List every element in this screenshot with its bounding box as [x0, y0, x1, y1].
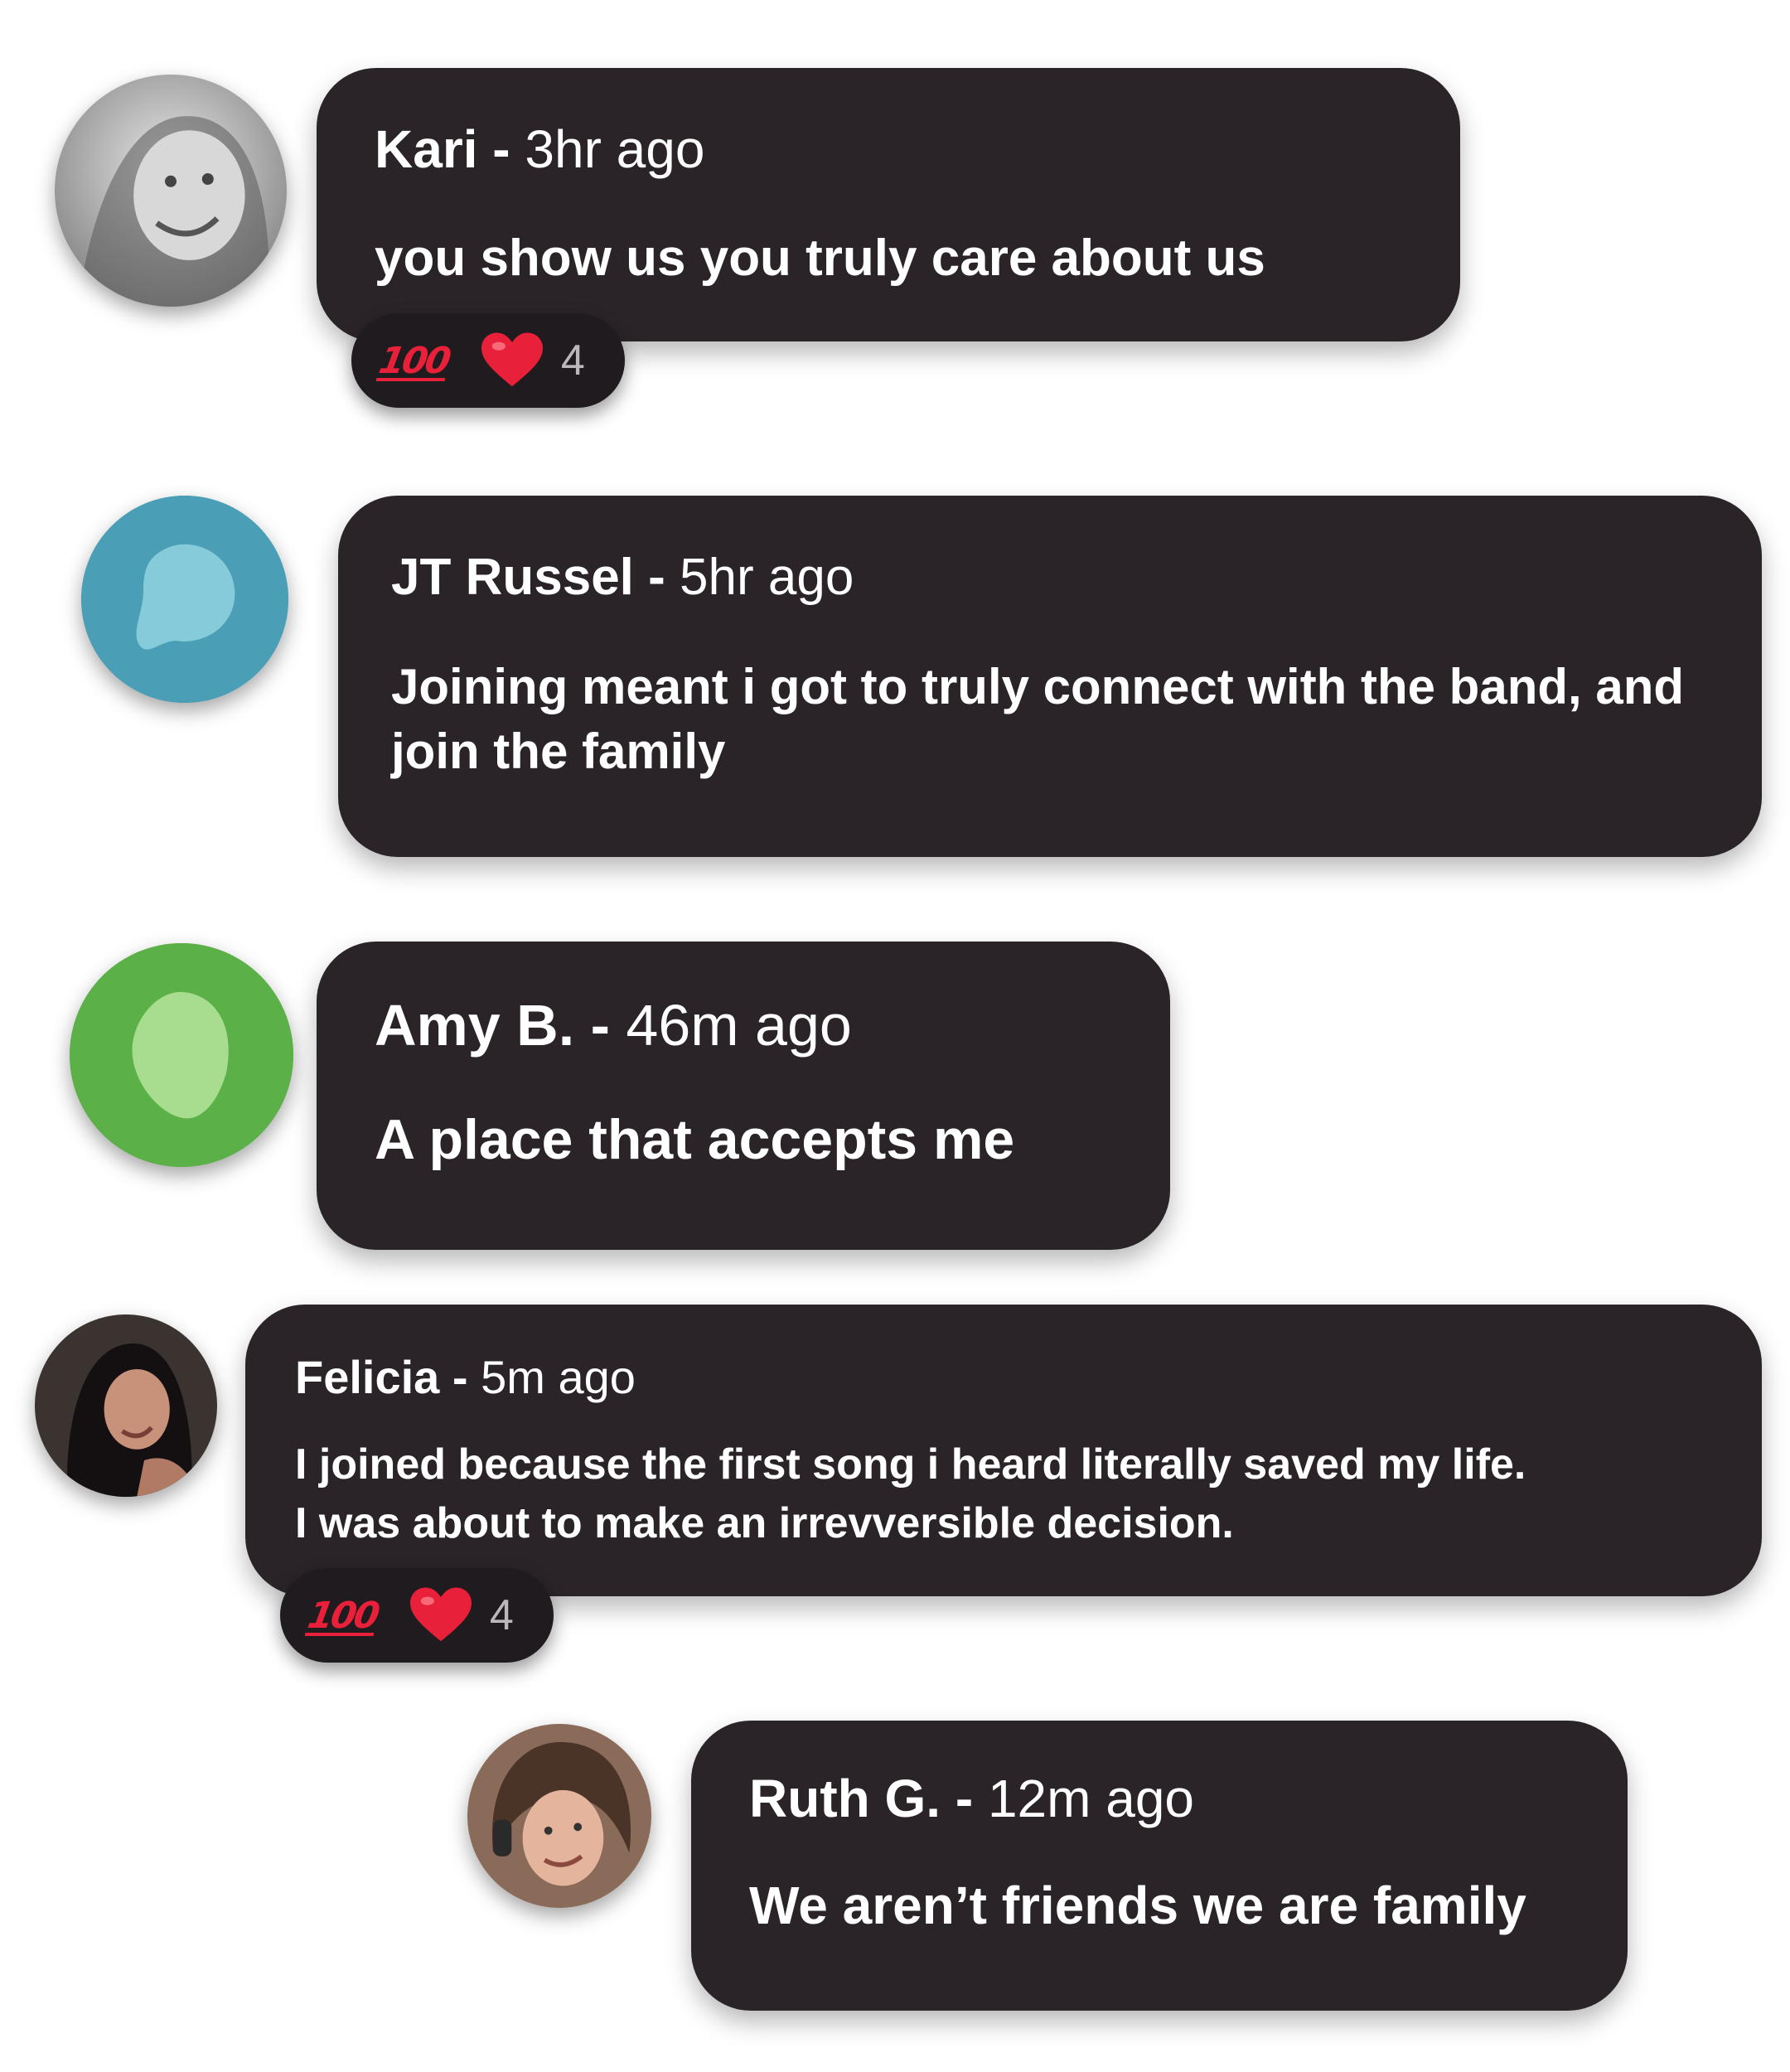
meta-separator: -: [941, 1769, 988, 1828]
comment-text: I joined because the first song i heard …: [295, 1435, 1712, 1552]
meta-separator: -: [633, 549, 680, 606]
heart-icon: [481, 332, 543, 387]
author-name[interactable]: Ruth G.: [749, 1769, 941, 1828]
timestamp: 12m ago: [987, 1769, 1194, 1828]
comment-text: Joining meant i got to truly connect wit…: [391, 659, 1684, 779]
meta-separator: -: [439, 1351, 481, 1403]
reactions-pill[interactable]: 100 4: [280, 1568, 554, 1663]
comment-meta: Felicia - 5m ago: [295, 1354, 1712, 1401]
comment-meta: Ruth G. - 12m ago: [749, 1772, 1578, 1825]
100-icon: 100: [375, 339, 452, 382]
user-photo-icon: [55, 75, 287, 307]
avatar-felicia[interactable]: [35, 1314, 217, 1497]
meta-separator: -: [477, 119, 525, 179]
comment-text-line: I joined because the first song i heard …: [295, 1440, 1526, 1489]
comment-text-line: I was about to make an irrevversible dec…: [295, 1498, 1234, 1547]
avatar-ruth-g[interactable]: [467, 1724, 651, 1908]
author-name[interactable]: Kari: [375, 119, 478, 179]
reaction-count: 4: [489, 1591, 514, 1639]
comment-bubble: Amy B. - 46m ago A place that accepts me: [317, 942, 1170, 1250]
reaction-count: 4: [560, 336, 585, 385]
comment-meta: Amy B. - 46m ago: [375, 996, 1112, 1054]
avatar-jt-russel[interactable]: [81, 496, 288, 703]
user-photo-icon: [35, 1314, 217, 1497]
user-photo-icon: [467, 1724, 651, 1908]
author-name[interactable]: Felicia: [295, 1351, 439, 1403]
comment-meta: Kari - 3hr ago: [375, 123, 1402, 176]
comment-bubble: Ruth G. - 12m ago We aren’t friends we a…: [691, 1721, 1628, 2011]
timestamp: 46m ago: [626, 993, 852, 1058]
author-name[interactable]: JT Russel: [391, 549, 634, 606]
comment-meta: JT Russel - 5hr ago: [391, 552, 1712, 603]
comment-text: A place that accepts me: [375, 1108, 1015, 1171]
meta-separator: -: [574, 993, 626, 1058]
author-name[interactable]: Amy B.: [375, 993, 574, 1058]
comment-text: We aren’t friends we are family: [749, 1876, 1526, 1935]
timestamp: 3hr ago: [525, 119, 705, 179]
blob-avatar-icon: [70, 943, 293, 1167]
avatar-kari[interactable]: [55, 75, 287, 307]
timestamp: 5hr ago: [680, 549, 854, 606]
heart-icon: [409, 1587, 472, 1642]
blob-avatar-icon: [81, 496, 288, 703]
comment-bubble: JT Russel - 5hr ago Joining meant i got …: [338, 496, 1762, 857]
timestamp: 5m ago: [481, 1351, 636, 1403]
reactions-pill[interactable]: 100 4: [351, 313, 625, 408]
comment-bubble: Kari - 3hr ago you show us you truly car…: [317, 68, 1460, 341]
comment-bubble: Felicia - 5m ago I joined because the fi…: [245, 1305, 1762, 1596]
comment-text: you show us you truly care about us: [375, 230, 1265, 287]
avatar-amy-b[interactable]: [70, 943, 293, 1167]
100-icon: 100: [304, 1594, 381, 1637]
